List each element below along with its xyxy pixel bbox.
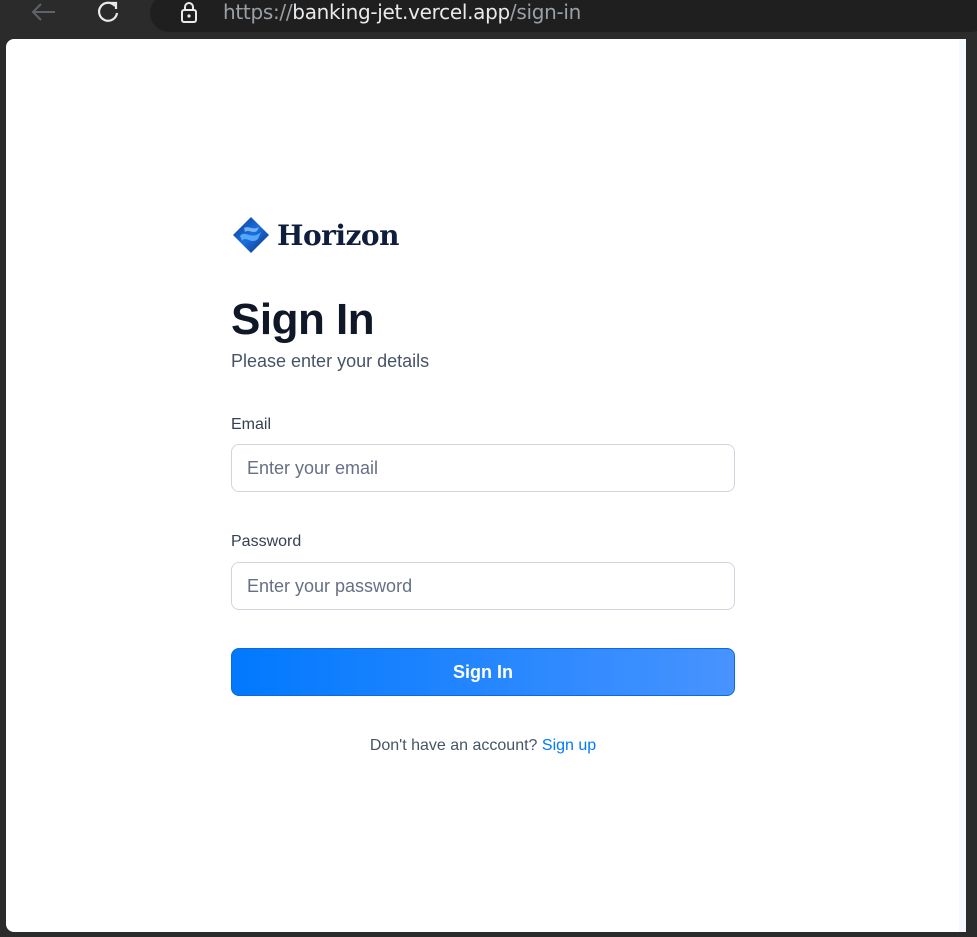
email-label: Email: [231, 416, 272, 433]
url-scheme: https://: [223, 0, 293, 24]
browser-toolbar: https://banking-jet.vercel.app/sign-in: [0, 0, 977, 34]
sign-up-link[interactable]: Sign up: [542, 737, 596, 754]
brand-logo[interactable]: Horizon: [231, 214, 399, 256]
brand-name: Horizon: [277, 218, 399, 252]
password-label: Password: [231, 533, 302, 550]
side-panel-edge: [959, 39, 966, 932]
url-text[interactable]: https://banking-jet.vercel.app/sign-in: [223, 0, 581, 24]
reload-icon[interactable]: [93, 0, 123, 24]
sign-up-prompt: Don't have an account? Sign up: [231, 736, 735, 756]
page-viewport: Horizon Sign In Please enter your detail…: [6, 39, 966, 932]
url-path: /sign-in: [509, 0, 582, 24]
sign-in-button[interactable]: Sign In: [231, 648, 735, 696]
lock-icon[interactable]: [178, 0, 200, 24]
page-title: Sign In: [231, 295, 375, 344]
sign-up-prompt-text: Don't have an account?: [369, 737, 538, 754]
url-host: banking-jet.vercel.app: [292, 0, 510, 24]
page-subtitle: Please enter your details: [231, 351, 430, 371]
horizon-logo-icon: [233, 217, 269, 253]
email-field[interactable]: [231, 444, 735, 492]
back-arrow-icon[interactable]: [28, 0, 58, 24]
password-field[interactable]: [231, 562, 735, 610]
